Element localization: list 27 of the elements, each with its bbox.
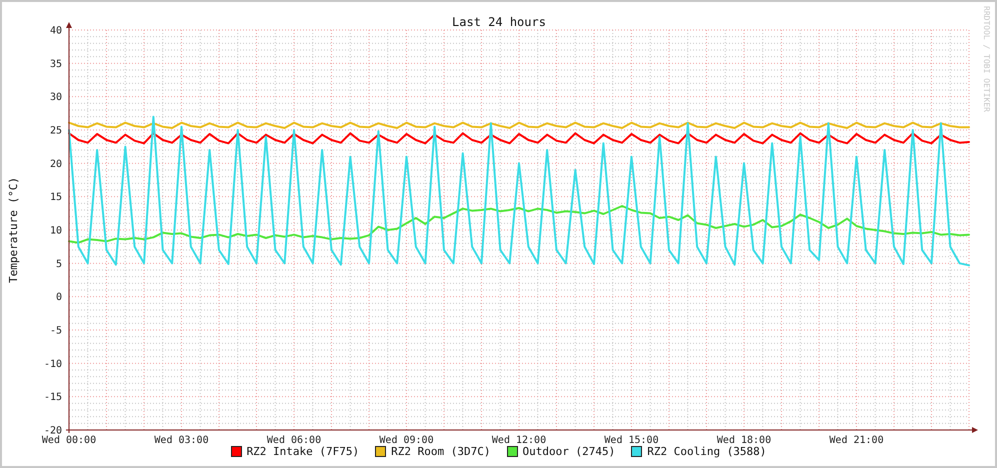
legend-label: Outdoor (2745) [522,445,616,458]
y-axis-label: Temperature (°C) [7,177,20,283]
legend-label: RZ2 Intake (7F75) [246,445,360,458]
y-tick-label: -15 [44,392,62,404]
y-tick-label: -20 [44,426,62,436]
y-tick-label: 5 [56,258,62,270]
x-tick-label: Wed 21:00 [829,435,884,446]
y-tick-label: 0 [56,292,62,304]
y-tick-label: -10 [44,358,62,370]
x-tick-label: Wed 12:00 [492,435,546,446]
chart-title: Last 24 hours [452,15,546,29]
y-tick-label: -5 [50,326,62,336]
y-tick-label: 35 [50,58,62,70]
x-tick-label: Wed 06:00 [266,435,322,446]
x-tick-label: Wed 15:00 [604,435,659,446]
legend-label: RZ2 Cooling (3588) [647,445,766,458]
y-tick-label: 20 [50,158,62,170]
x-tick-label: Wed 09:00 [379,435,434,446]
y-tick-label: 25 [50,126,62,136]
x-tick-label: Wed 03:00 [154,435,209,446]
y-tick-label: 40 [50,26,62,36]
x-tick-label: Wed 18:00 [716,435,772,446]
y-tick-label: 30 [50,92,62,104]
x-tick-label: Wed 00:00 [42,435,96,446]
y-tick-label: 15 [50,192,62,204]
legend-label: RZ2 Room (3D7C) [391,445,490,458]
y-tick-label: 10 [50,226,62,236]
